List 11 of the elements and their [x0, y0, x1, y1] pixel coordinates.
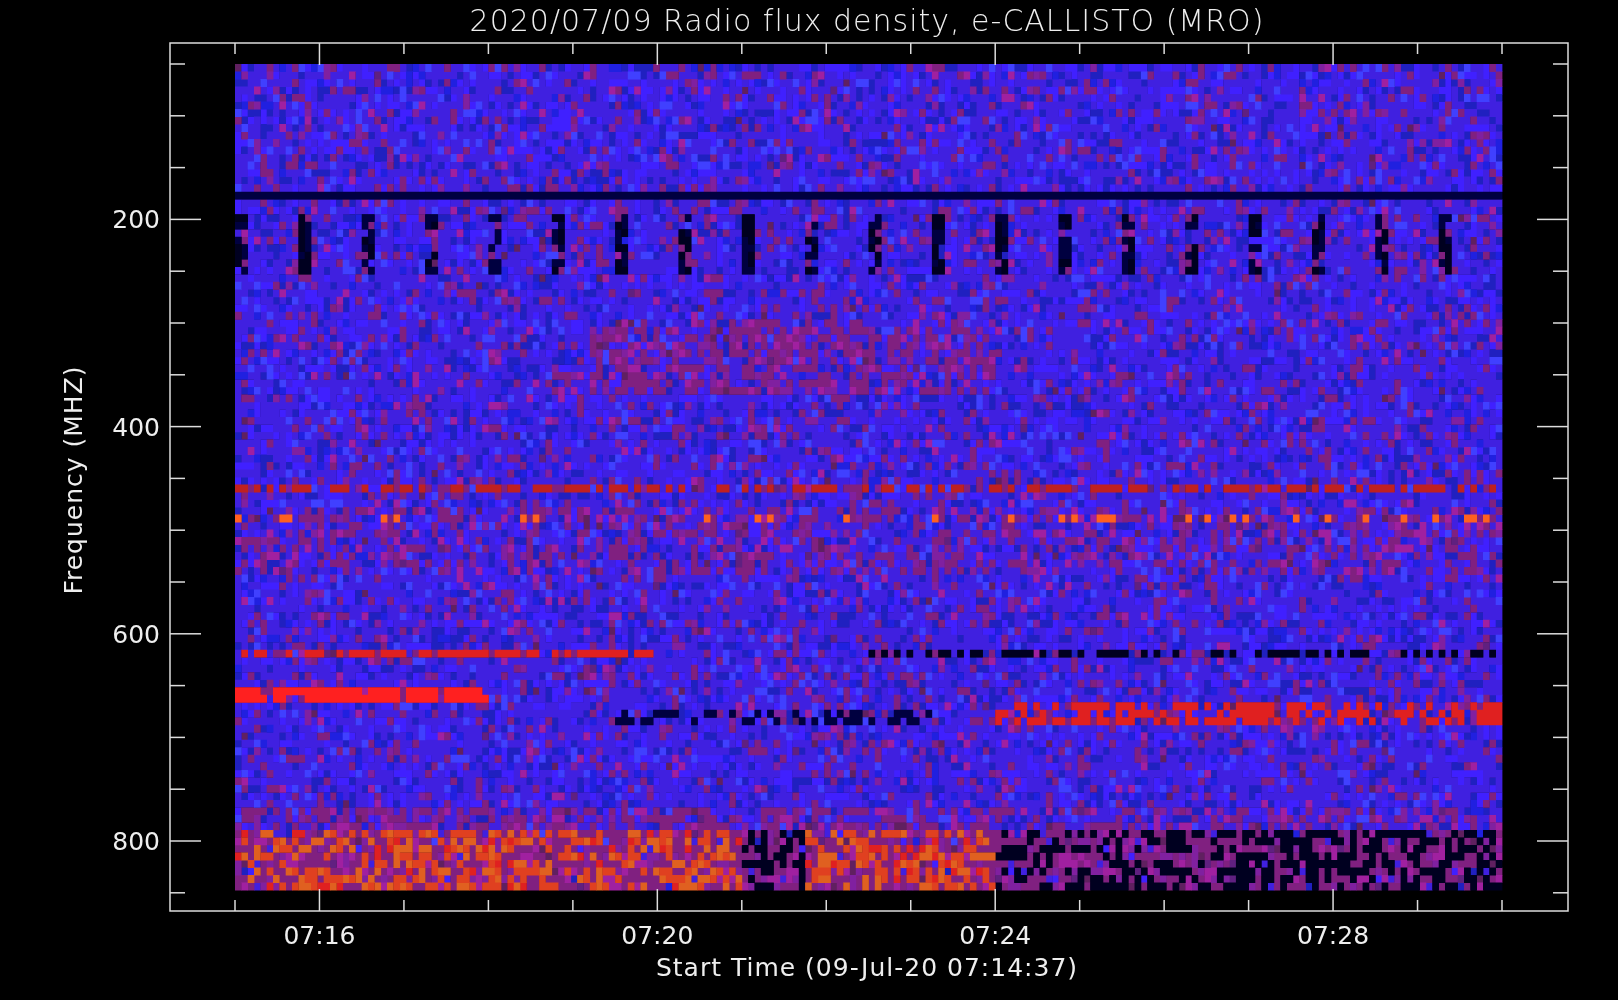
- x-tick-label: 07:20: [621, 921, 694, 950]
- y-axis-label: Frequency (MHZ): [59, 365, 88, 595]
- y-tick-label: 600: [112, 619, 160, 649]
- x-tick-label: 07:16: [283, 921, 356, 950]
- y-tick-label: 400: [112, 412, 160, 442]
- x-axis-label: Start Time (09-Jul-20 07:14:37): [655, 953, 1079, 982]
- y-tick-label: 200: [112, 205, 160, 235]
- chart-title: 2020/07/09 Radio flux density, e-CALLISTO (MRO): [469, 3, 1265, 38]
- y-tick-label: 800: [112, 827, 160, 856]
- x-tick-label: 07:28: [1297, 921, 1370, 950]
- x-tick-label: 07:24: [959, 921, 1032, 950]
